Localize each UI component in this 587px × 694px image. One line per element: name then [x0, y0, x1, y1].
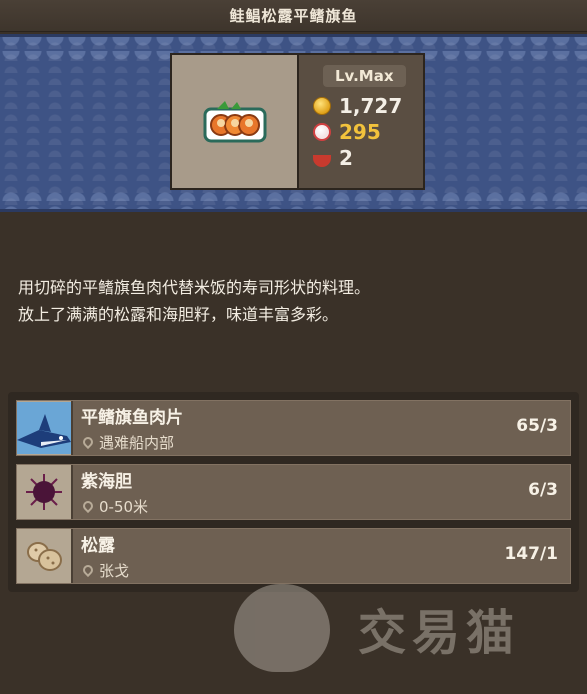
- ingredient-name: 紫海胆: [81, 472, 132, 492]
- ingredient-list: 平鳍旗鱼肉片 遇难船内部 65/3 紫海胆 0-50米 6/3 松露 张戈 14…: [8, 392, 579, 592]
- stat-servings: 2: [313, 145, 413, 171]
- bowl-icon: [313, 155, 331, 167]
- ingredient-name: 平鳍旗鱼肉片: [81, 408, 183, 428]
- stat-value: 1,727: [339, 94, 403, 118]
- ingredient-row[interactable]: 松露 张戈 147/1: [16, 528, 571, 584]
- ingredient-row[interactable]: 紫海胆 0-50米 6/3: [16, 464, 571, 520]
- ingredient-count: 147/1: [504, 544, 558, 564]
- stat-value: 295: [339, 120, 381, 144]
- ingredient-name: 松露: [81, 536, 115, 556]
- sushi-dish-icon: [203, 100, 266, 142]
- ingredient-row[interactable]: 平鳍旗鱼肉片 遇难船内部 65/3: [16, 400, 571, 456]
- ingredient-count: 65/3: [516, 416, 558, 436]
- location-pin-icon: [80, 498, 96, 514]
- dish-image: [172, 55, 299, 188]
- marlin-icon: [17, 401, 73, 455]
- ingredient-info: 紫海胆 0-50米: [73, 465, 570, 519]
- ingredient-location: 遇难船内部: [80, 431, 570, 453]
- watermark-text: 交易猫: [358, 605, 521, 661]
- ingredient-location: 0-50米: [80, 495, 570, 517]
- level-badge: Lv.Max: [323, 65, 406, 87]
- ingredient-info: 松露 张戈: [73, 529, 570, 583]
- location-text: 遇难船内部: [99, 433, 175, 452]
- heart-icon: [313, 123, 331, 141]
- location-text: 0-50米: [99, 497, 149, 516]
- truffle-icon: [17, 529, 73, 583]
- cat-logo-icon: [234, 584, 330, 672]
- stat-taste: 295: [313, 119, 413, 145]
- sea-urchin-icon: [17, 465, 73, 519]
- coin-icon: [313, 97, 331, 115]
- stat-value: 2: [339, 146, 353, 170]
- ingredient-location: 张戈: [80, 559, 570, 581]
- dish-stats: Lv.Max 1,727 295 2: [299, 55, 423, 188]
- dish-card: Lv.Max 1,727 295 2: [170, 53, 425, 190]
- dish-description: 用切碎的平鳍旗鱼肉代替米饭的寿司形状的料理。 放上了满满的松露和海胆籽，味道丰富…: [18, 274, 568, 328]
- location-pin-icon: [80, 562, 96, 578]
- ingredient-count: 6/3: [528, 480, 558, 500]
- page-title: 鲑鲳松露平鳍旗鱼: [0, 0, 587, 32]
- ingredient-info: 平鳍旗鱼肉片 遇难船内部: [73, 401, 570, 455]
- location-text: 张戈: [99, 561, 130, 580]
- description-line: 用切碎的平鳍旗鱼肉代替米饭的寿司形状的料理。: [18, 278, 371, 297]
- stat-price: 1,727: [313, 93, 413, 119]
- location-pin-icon: [80, 434, 96, 450]
- watermark: 交易猫: [234, 578, 574, 678]
- description-line: 放上了满满的松露和海胆籽，味道丰富多彩。: [18, 305, 339, 324]
